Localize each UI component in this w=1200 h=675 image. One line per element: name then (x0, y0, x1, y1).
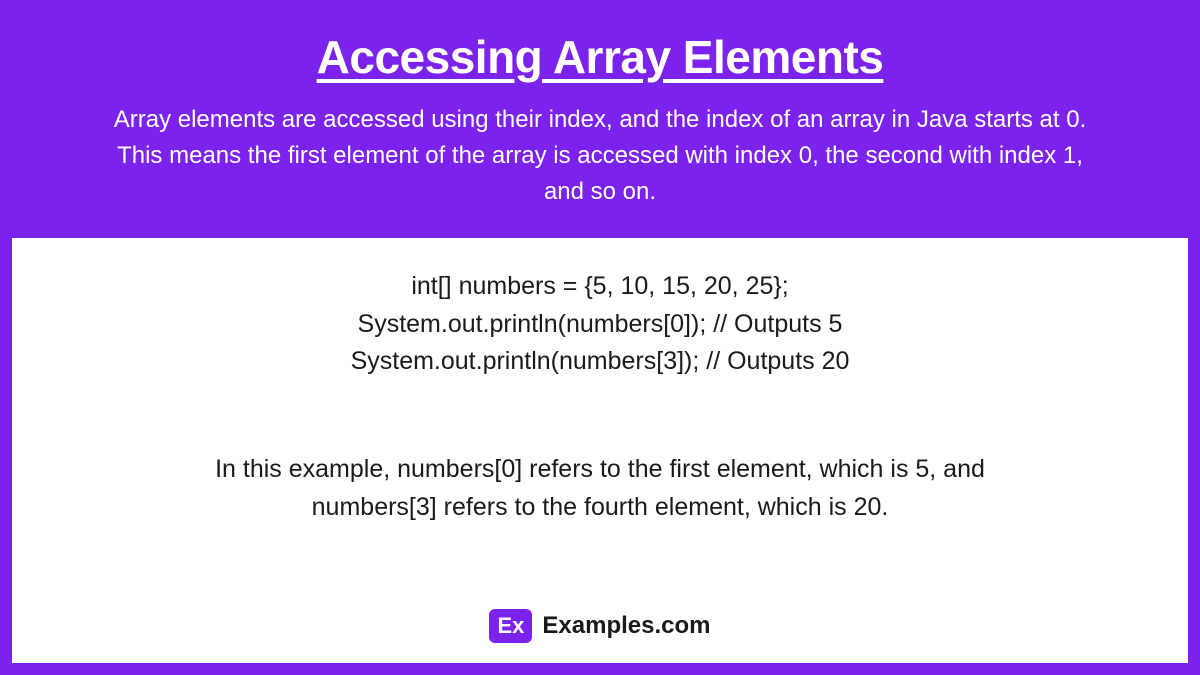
code-block: int[] numbers = {5, 10, 15, 20, 25}; Sys… (72, 268, 1128, 381)
header-description: Array elements are accessed using their … (100, 102, 1100, 210)
code-line: System.out.println(numbers[3]); // Outpu… (72, 343, 1128, 381)
explanation-text: In this example, numbers[0] refers to th… (150, 451, 1050, 526)
logo-text: Examples.com (542, 612, 710, 640)
code-line: System.out.println(numbers[0]); // Outpu… (72, 306, 1128, 344)
code-line: int[] numbers = {5, 10, 15, 20, 25}; (72, 268, 1128, 306)
document-card: Accessing Array Elements Array elements … (12, 12, 1188, 663)
logo-icon: Ex (489, 609, 532, 643)
content-section: int[] numbers = {5, 10, 15, 20, 25}; Sys… (12, 238, 1188, 663)
page-title: Accessing Array Elements (52, 30, 1148, 84)
header-section: Accessing Array Elements Array elements … (12, 12, 1188, 238)
footer-branding: Ex Examples.com (72, 609, 1128, 643)
